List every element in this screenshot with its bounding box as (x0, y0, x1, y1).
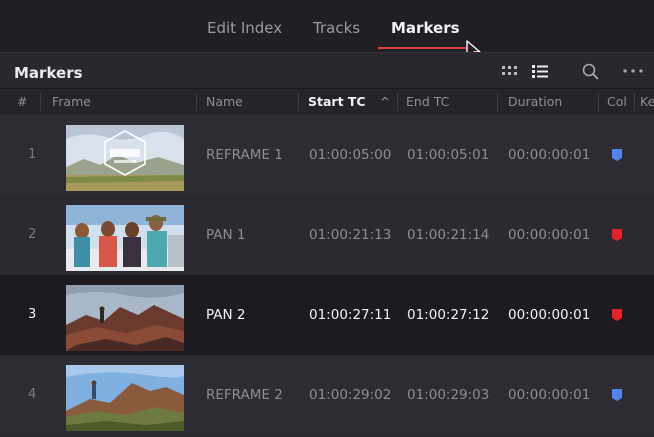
end-timecode: 01:00:27:12 (407, 307, 490, 323)
marker-color-red-icon[interactable] (611, 228, 623, 242)
column-color[interactable]: Col (607, 89, 627, 115)
duration: 00:00:00:01 (508, 387, 591, 403)
tab-tracks[interactable]: Tracks (313, 19, 360, 37)
column-duration[interactable]: Duration (508, 89, 562, 115)
start-timecode: 01:00:05:00 (309, 147, 392, 163)
sort-ascending-icon: ^ (380, 95, 391, 109)
marker-color-red-icon[interactable] (611, 308, 623, 322)
row-number: 4 (28, 387, 37, 402)
marker-name: REFRAME 1 (206, 147, 283, 163)
frame-thumbnail (66, 125, 184, 191)
frame-thumbnail (66, 205, 184, 271)
marker-name: REFRAME 2 (206, 387, 283, 403)
start-timecode: 01:00:27:11 (309, 307, 392, 323)
frame-thumbnail (66, 365, 184, 431)
end-timecode: 01:00:05:01 (407, 147, 490, 163)
duration: 00:00:00:01 (508, 307, 591, 323)
row-number: 1 (28, 147, 37, 162)
index-tab-bar: Edit Index Tracks Markers (0, 0, 654, 61)
column-keywords[interactable]: Ke (640, 89, 654, 115)
table-row[interactable]: 4 REFRAME 2 01:00:29:02 01:00:29:03 00:0… (0, 355, 654, 435)
column-start-tc[interactable]: Start TC (308, 89, 366, 115)
duration: 00:00:00:01 (508, 147, 591, 163)
marker-name: PAN 1 (206, 227, 246, 243)
tab-markers[interactable]: Markers (391, 19, 460, 37)
tab-edit-index[interactable]: Edit Index (207, 19, 282, 37)
marker-color-blue-icon[interactable] (611, 388, 623, 402)
row-number: 3 (28, 307, 37, 322)
more-options-icon[interactable] (620, 57, 646, 85)
column-number[interactable]: # (17, 89, 27, 115)
start-timecode: 01:00:29:02 (309, 387, 392, 403)
table-row[interactable]: 3 PAN 2 01:00:27:11 01:00:27:12 00:00:00… (0, 275, 654, 355)
column-header: # Frame Name Start TC ^ End TC Duration … (0, 88, 654, 116)
grid-view-icon[interactable] (498, 57, 522, 85)
marker-name: PAN 2 (206, 307, 246, 323)
table-row[interactable]: 1 REFRAME 1 01:00:05:00 01:00:05:01 00:0… (0, 115, 654, 195)
marker-color-blue-icon[interactable] (611, 148, 623, 162)
list-view-icon[interactable] (528, 57, 552, 85)
markers-toolbar: Markers (0, 52, 654, 88)
row-number: 2 (28, 227, 37, 242)
end-timecode: 01:00:29:03 (407, 387, 490, 403)
end-timecode: 01:00:21:14 (407, 227, 490, 243)
panel-title: Markers (14, 64, 83, 82)
duration: 00:00:00:01 (508, 227, 591, 243)
column-frame[interactable]: Frame (52, 89, 91, 115)
column-end-tc[interactable]: End TC (406, 89, 449, 115)
frame-thumbnail (66, 285, 184, 351)
search-icon[interactable] (578, 57, 602, 85)
table-row[interactable]: 2 PAN 1 01:00:21:13 01:00:21:14 00:00:00… (0, 195, 654, 275)
active-tab-indicator (378, 47, 466, 49)
start-timecode: 01:00:21:13 (309, 227, 392, 243)
column-name[interactable]: Name (206, 89, 243, 115)
